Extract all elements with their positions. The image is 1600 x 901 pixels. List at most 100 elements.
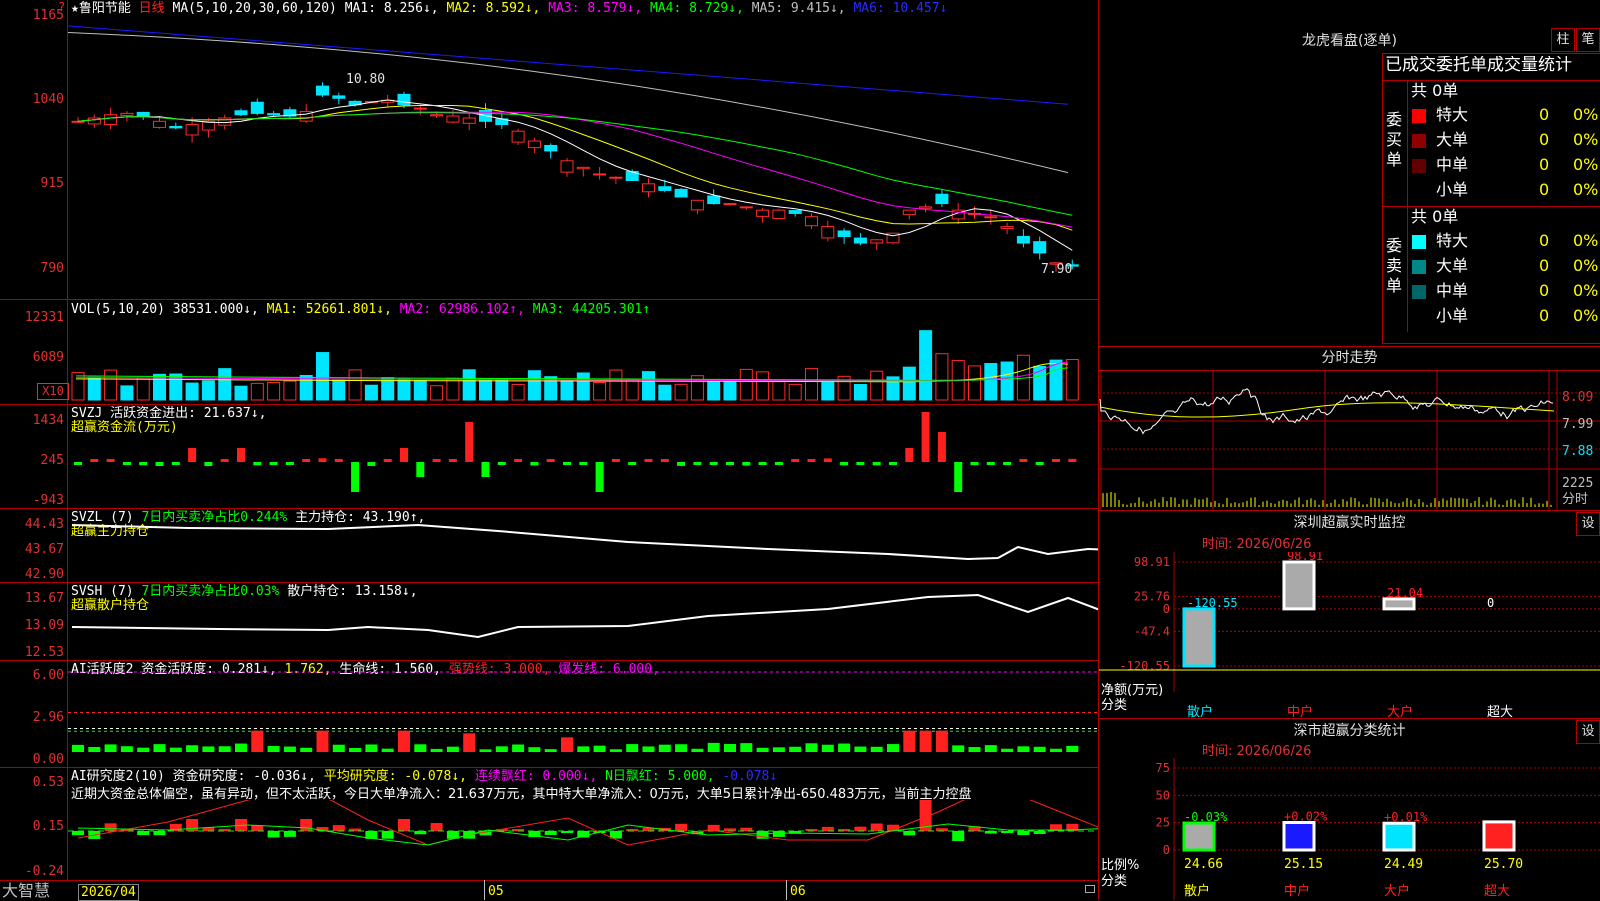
flow-bar <box>1019 459 1028 462</box>
vol-ytick: 12331 <box>24 310 64 325</box>
classify-ytick: 50 <box>1156 788 1170 802</box>
candle-body <box>853 237 867 244</box>
volume-bar <box>968 365 981 401</box>
separator-ai1-ai2 <box>0 767 1098 768</box>
activity-bar <box>414 744 427 752</box>
activity-bar <box>267 746 280 752</box>
research-bar <box>772 831 785 837</box>
candle-body <box>120 112 134 116</box>
date-axis-label: 2026/04 <box>78 884 139 901</box>
classify-settings-button[interactable]: 设 <box>1576 720 1600 744</box>
activity-bar <box>740 743 753 752</box>
classify-bar <box>1182 821 1216 852</box>
classify-chart[interactable]: 75 50 25 0 -0.03% 24.66 散户 +0.02% 25.15 中户 +0.01% 2… <box>1099 758 1600 900</box>
candle-body <box>690 199 704 211</box>
brand-label: 大智慧 <box>2 881 51 900</box>
flow-bar <box>220 459 229 462</box>
activity-bar <box>349 747 362 752</box>
monitor-bar <box>1182 607 1216 668</box>
activity-bar <box>316 730 329 752</box>
activity-bar <box>756 747 769 752</box>
intraday-title: 分时走势 <box>1321 350 1378 366</box>
ai-active-chart[interactable] <box>68 661 1098 767</box>
activity-bar <box>446 746 459 752</box>
monitor-ytick: -47.4 <box>1134 624 1170 638</box>
order-color-swatch <box>1412 109 1426 123</box>
candle-body <box>332 95 346 99</box>
flow-bar <box>481 462 490 477</box>
monitor-category: 散户 <box>1187 704 1213 718</box>
favorite-star-icon[interactable]: ★ <box>71 1 79 16</box>
ma-line <box>77 111 1073 228</box>
main-chart-area[interactable]: ★鲁阳节能 日线 MA(5,10,20,30,60,120) MA1: 8.25… <box>0 0 1098 901</box>
flow-bar <box>253 462 262 466</box>
flow-bar <box>106 459 115 462</box>
vol-chart[interactable] <box>68 300 1098 404</box>
svzj-chart[interactable] <box>68 405 1098 508</box>
candle-body <box>136 111 150 117</box>
period-label[interactable]: 日线 <box>139 1 165 16</box>
activity-bar <box>838 743 851 752</box>
research-bar <box>283 831 296 837</box>
volume-bar <box>674 383 688 401</box>
candle-body <box>527 140 541 149</box>
ai-research-e: -0.078↓ <box>722 769 778 784</box>
volume-bar <box>935 353 949 401</box>
flow-bar <box>579 462 588 465</box>
order-percent: 0% <box>1573 155 1599 174</box>
tick-view-button[interactable]: 笔 <box>1576 28 1600 52</box>
flow-bar <box>514 459 523 462</box>
intraday-top-line <box>1099 346 1600 347</box>
activity-bar <box>642 746 655 752</box>
svzl-chart[interactable] <box>68 509 1098 582</box>
flow-bar <box>400 448 408 462</box>
volume-bar <box>283 380 297 401</box>
volume-bar <box>772 381 786 401</box>
dragon-title: 龙虎看盘(逐单) <box>1302 33 1397 49</box>
candle-body <box>511 130 525 143</box>
ai-research-ytick: -0.24 <box>24 864 64 879</box>
activity-bar <box>218 746 231 752</box>
ma-line <box>77 112 1073 216</box>
svsh-ytick: 12.53 <box>24 645 64 660</box>
monitor-bar-label: -120.55 <box>1187 596 1238 610</box>
volume-bar <box>201 380 215 401</box>
svzj-ytick: -943 <box>32 493 64 508</box>
volume-bar <box>397 378 411 401</box>
flow-bar <box>285 462 294 465</box>
classify-value: 25.15 <box>1284 857 1323 872</box>
order-size-label: 中单 <box>1436 155 1469 174</box>
order-count: 0 <box>1539 180 1550 199</box>
candle-body <box>316 85 329 96</box>
lock-icon[interactable] <box>1085 885 1095 893</box>
activity-bar <box>1050 748 1062 752</box>
monitor-settings-button[interactable]: 设 <box>1576 512 1600 536</box>
intraday-chart[interactable] <box>1099 371 1600 509</box>
classify-bar <box>1382 821 1416 852</box>
volume-bar <box>87 376 101 401</box>
svsh-chart[interactable] <box>68 583 1098 660</box>
flow-bar <box>856 462 865 465</box>
monitor-bar-label: 21.04 <box>1387 586 1423 600</box>
monitor-chart[interactable]: 98.9125.760-47.4-120.55-120.55散户98.91中户2… <box>1099 552 1600 718</box>
activity-bar <box>153 744 166 752</box>
flow-bar <box>122 462 131 465</box>
classify-bar <box>1482 820 1516 852</box>
ma1-value: MA1: 8.256↓, <box>344 1 439 16</box>
candle-body <box>1016 235 1030 244</box>
kline-chart[interactable] <box>68 16 1098 299</box>
classify-bar <box>1282 821 1316 852</box>
activity-bar <box>528 747 541 752</box>
ai-research-chart[interactable] <box>68 800 1098 880</box>
activity-bar <box>984 745 997 752</box>
flow-bar <box>546 459 555 462</box>
order-size-label: 大单 <box>1436 256 1469 275</box>
monitor-bar <box>1282 560 1316 611</box>
intraday-ytick: 7.88 <box>1562 444 1594 459</box>
flow-bar <box>318 458 327 462</box>
column-view-button[interactable]: 柱 <box>1551 28 1575 52</box>
volume-bar <box>919 330 933 401</box>
kline-ytick: 915 <box>40 176 64 191</box>
order-color-swatch <box>1412 184 1426 198</box>
research-bar <box>675 823 688 831</box>
